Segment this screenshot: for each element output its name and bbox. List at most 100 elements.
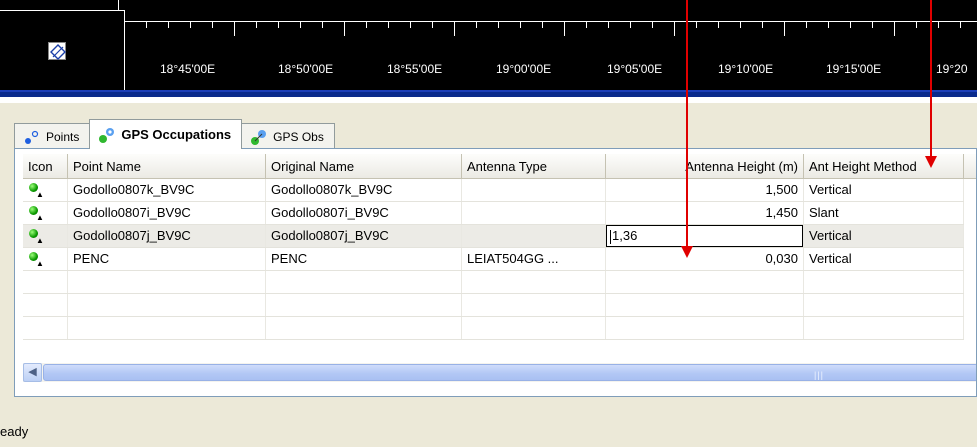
ant-height-method-cell[interactable]: Vertical <box>804 179 964 201</box>
ruler-tick <box>586 22 587 28</box>
point-name-cell[interactable]: PENC <box>68 248 266 270</box>
horizontal-scrollbar[interactable]: ◀ ||| <box>23 363 976 382</box>
gps-occupation-icon: ▲ <box>28 182 44 199</box>
ruler-tick <box>498 22 499 28</box>
points-icon <box>23 128 41 146</box>
ruler-tick <box>168 22 169 28</box>
empty-row <box>23 317 964 340</box>
splitter[interactable] <box>0 97 977 103</box>
ruler-tick <box>960 22 961 28</box>
ant-height-method-cell[interactable]: Vertical <box>804 225 964 247</box>
ruler-divider <box>0 10 124 11</box>
antenna-type-cell[interactable] <box>462 179 606 201</box>
ruler-tick <box>652 22 653 28</box>
ruler-label: 19°05'00E <box>607 62 663 76</box>
column-header-antenna-type[interactable]: Antenna Type <box>462 154 606 179</box>
ruler-tick <box>564 22 565 36</box>
point-name-cell[interactable]: Godollo0807i_BV9C <box>68 202 266 224</box>
ruler-tick <box>366 22 367 28</box>
gps-occupation-icon: ▲ <box>28 205 44 222</box>
ruler-label: 18°45'00E <box>160 62 216 76</box>
ruler-tick <box>212 22 213 28</box>
original-name-cell[interactable]: Godollo0807k_BV9C <box>266 179 462 201</box>
ant-height-method-cell[interactable]: Vertical <box>804 248 964 270</box>
ruler-tick <box>432 22 433 28</box>
annotation-arrow-line <box>930 0 932 158</box>
ruler-tick <box>850 22 851 28</box>
ruler-tick <box>740 22 741 28</box>
ruler-label: 19°00'00E <box>496 62 552 76</box>
ruler-tick <box>916 22 917 28</box>
row-icon-cell: ▲ <box>23 202 68 224</box>
ruler-tick <box>124 22 125 36</box>
ruler-tick <box>256 22 257 28</box>
original-name-cell[interactable]: PENC <box>266 248 462 270</box>
tab-gps-occupations[interactable]: GPS Occupations <box>89 119 243 149</box>
antenna-height-cell[interactable]: 1,500 <box>606 179 804 201</box>
table-row-selected[interactable]: ▲ Godollo0807j_BV9C Godollo0807j_BV9C 1,… <box>23 225 964 248</box>
antenna-height-edit-input[interactable]: 1,36 <box>606 225 803 247</box>
ruler-corner <box>0 0 124 90</box>
column-header-icon[interactable]: Icon <box>23 154 68 179</box>
row-icon-cell: ▲ <box>23 179 68 201</box>
ruler-tick <box>784 22 785 36</box>
status-text: eady <box>0 424 29 439</box>
point-name-cell[interactable]: Godollo0807k_BV9C <box>68 179 266 201</box>
text-caret <box>610 229 611 244</box>
row-icon-cell: ▲ <box>23 225 68 247</box>
antenna-type-cell[interactable] <box>462 225 606 247</box>
gps-occupations-grid: Icon Point Name Original Name Antenna Ty… <box>14 148 977 397</box>
column-header-antenna-height[interactable]: Antenna Height (m) <box>606 154 804 179</box>
gps-occupations-icon <box>98 126 116 144</box>
annotation-arrow-head <box>925 156 937 168</box>
grip-icon: ||| <box>814 370 825 380</box>
zoom-extent-icon[interactable] <box>48 42 66 60</box>
ruler-label: 18°50'00E <box>278 62 334 76</box>
column-header-filler <box>964 154 976 179</box>
empty-row <box>23 271 964 294</box>
table-row[interactable]: ▲ Godollo0807i_BV9C Godollo0807i_BV9C 1,… <box>23 202 964 225</box>
point-name-cell[interactable]: Godollo0807j_BV9C <box>68 225 266 247</box>
ruler-tick <box>278 22 279 28</box>
ruler-tick <box>476 22 477 28</box>
ruler-tick <box>806 22 807 28</box>
antenna-type-cell[interactable] <box>462 202 606 224</box>
ant-height-method-cell[interactable]: Slant <box>804 202 964 224</box>
column-header-point-name[interactable]: Point Name <box>68 154 266 179</box>
row-icon-cell: ▲ <box>23 248 68 270</box>
ruler-tick <box>630 22 631 28</box>
ruler-tick <box>344 22 345 36</box>
antenna-type-cell[interactable]: LEIAT504GG ... <box>462 248 606 270</box>
ruler-tick <box>608 22 609 28</box>
ruler-ticks <box>124 22 977 38</box>
tab-points[interactable]: Points <box>14 123 91 149</box>
tab-gps-obs[interactable]: GPS Obs <box>241 123 335 149</box>
ruler-tick <box>872 22 873 28</box>
ruler-tick <box>322 22 323 28</box>
table-row[interactable]: ▲ PENC PENC LEIAT504GG ... 0,030 Vertica… <box>23 248 964 271</box>
tab-label: Points <box>46 129 80 144</box>
grid-body: ▲ Godollo0807k_BV9C Godollo0807k_BV9C 1,… <box>23 179 964 340</box>
original-name-cell[interactable]: Godollo0807i_BV9C <box>266 202 462 224</box>
scroll-left-button[interactable]: ◀ <box>23 363 42 382</box>
ruler-tick <box>894 22 895 36</box>
gps-obs-icon <box>250 128 268 146</box>
ruler-label: 18°55'00E <box>387 62 443 76</box>
antenna-height-cell[interactable]: 1,450 <box>606 202 804 224</box>
gps-occupation-icon: ▲ <box>28 251 44 268</box>
annotation-arrow-head <box>681 246 693 258</box>
table-row[interactable]: ▲ Godollo0807k_BV9C Godollo0807k_BV9C 1,… <box>23 179 964 202</box>
ruler-tick <box>674 22 675 36</box>
antenna-height-cell[interactable]: 1,36 <box>606 225 804 247</box>
antenna-height-cell[interactable]: 0,030 <box>606 248 804 270</box>
gps-occupation-icon: ▲ <box>28 228 44 245</box>
ruler-tick <box>718 22 719 28</box>
ruler-tick <box>300 22 301 28</box>
grid-header: Icon Point Name Original Name Antenna Ty… <box>23 154 976 179</box>
column-header-original-name[interactable]: Original Name <box>266 154 462 179</box>
column-header-ant-height-method[interactable]: Ant Height Method <box>804 154 964 179</box>
ruler-tick <box>762 22 763 28</box>
ruler-tick <box>454 22 455 36</box>
original-name-cell[interactable]: Godollo0807j_BV9C <box>266 225 462 247</box>
scrollbar-thumb[interactable]: ||| <box>43 364 976 381</box>
